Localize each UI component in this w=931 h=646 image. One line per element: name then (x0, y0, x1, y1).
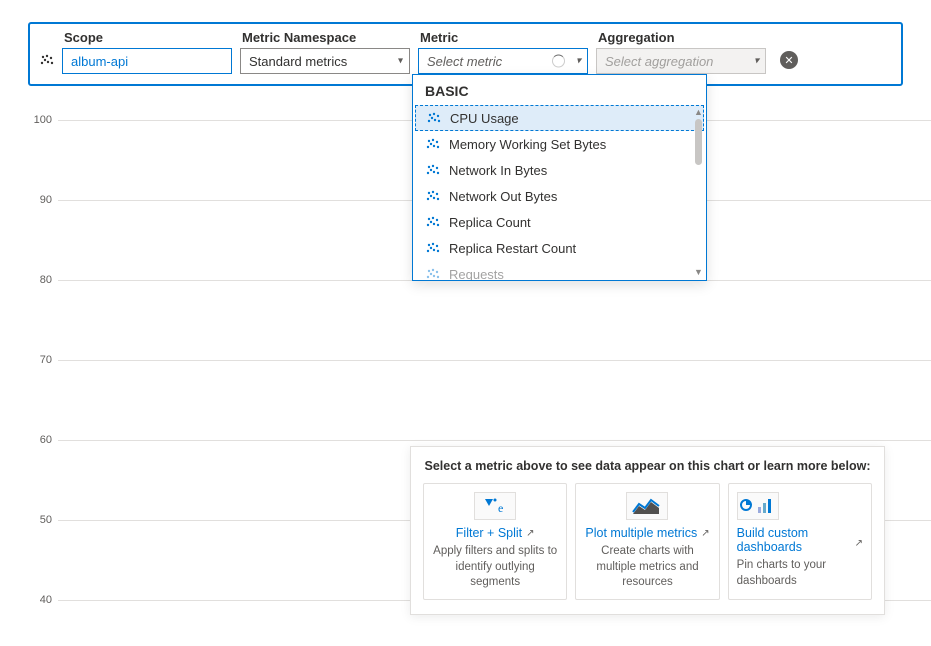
help-tile[interactable]: e Filter + Split ↗ Apply filters and split… (423, 483, 567, 600)
metric-dots-icon (425, 214, 441, 230)
metric-option-label: CPU Usage (450, 111, 519, 126)
tile-link[interactable]: Filter + Split ↗ (456, 526, 535, 540)
namespace-label: Metric Namespace (240, 30, 410, 45)
metric-picker[interactable]: Select metric ▾ (418, 48, 588, 74)
chevron-down-icon: ▾ (754, 56, 759, 67)
aggregation-label: Aggregation (596, 30, 766, 45)
metric-option[interactable]: Network In Bytes (413, 157, 706, 183)
y-tick-label: 50 (28, 514, 52, 526)
metric-option[interactable]: Memory Working Set Bytes (413, 131, 706, 157)
y-tick-label: 70 (28, 354, 52, 366)
namespace-value: Standard metrics (249, 54, 347, 69)
metric-dots-icon (425, 162, 441, 178)
metric-option[interactable]: Replica Restart Count (413, 235, 706, 261)
help-card: Select a metric above to see data appear… (410, 446, 885, 615)
scroll-up-icon[interactable]: ▲ (694, 108, 703, 117)
external-link-icon: ↗ (701, 528, 709, 539)
scope-picker[interactable]: album-api (62, 48, 232, 74)
namespace-field: Metric Namespace Standard metrics ▾ (240, 30, 410, 74)
tile-illustration-icon (737, 492, 779, 520)
metric-dropdown: BASIC CPU Usage Memory Working Set Bytes N… (412, 74, 707, 281)
metric-dots-icon (425, 266, 441, 280)
scroll-down-icon[interactable]: ▼ (694, 268, 703, 277)
metric-option-label: Memory Working Set Bytes (449, 137, 606, 152)
gridline (58, 440, 931, 441)
scope-field: Scope album-api (62, 30, 232, 74)
metric-dots-icon (426, 110, 442, 126)
help-tile[interactable]: Build custom dashboards↗ Pin charts to yo… (728, 483, 872, 600)
metric-placeholder: Select metric (427, 54, 502, 69)
close-icon[interactable]: ✕ (780, 51, 798, 69)
scroll-thumb[interactable] (695, 119, 702, 165)
y-tick-label: 60 (28, 434, 52, 446)
help-card-title: Select a metric above to see data appear… (423, 459, 872, 473)
scrollbar[interactable]: ▲ ▼ (695, 108, 702, 277)
tile-link[interactable]: Plot multiple metrics ↗ (585, 526, 709, 540)
chevron-down-icon: ▾ (398, 56, 403, 67)
aggregation-placeholder: Select aggregation (605, 54, 713, 69)
metric-selector-bar: Scope album-api Metric Namespace Standar… (28, 22, 903, 86)
y-tick-label: 100 (28, 114, 52, 126)
help-tiles-row: e Filter + Split ↗ Apply filters and split… (423, 483, 872, 600)
scope-label: Scope (62, 30, 232, 45)
aggregation-field: Aggregation Select aggregation ▾ (596, 30, 766, 74)
metric-option-label: Requests (449, 267, 504, 281)
metric-option[interactable]: Replica Count (413, 209, 706, 235)
y-tick-label: 40 (28, 594, 52, 606)
tile-link[interactable]: Build custom dashboards (737, 526, 863, 554)
external-link-icon: ↗ (526, 528, 534, 539)
metric-option[interactable]: Requests (413, 261, 706, 280)
tile-link-text: Build custom dashboards (737, 526, 863, 554)
tile-description: Apply filters and splits to identify out… (432, 544, 558, 591)
y-tick-label: 80 (28, 274, 52, 286)
metric-dots-icon (425, 136, 441, 152)
tile-link-text: Plot multiple metrics (585, 526, 697, 540)
metric-option-label: Replica Count (449, 215, 531, 230)
chevron-down-icon: ▾ (576, 56, 581, 67)
metric-label: Metric (418, 30, 588, 45)
metric-option-label: Replica Restart Count (449, 241, 576, 256)
metric-series-icon (38, 53, 56, 67)
metric-field: Metric Select metric ▾ (418, 30, 588, 74)
y-tick-label: 90 (28, 194, 52, 206)
tile-description: Create charts with multiple metrics and … (584, 544, 710, 591)
svg-text:e: e (498, 501, 503, 515)
dropdown-list: CPU Usage Memory Working Set Bytes Network… (413, 105, 706, 280)
loading-spinner-icon (552, 55, 565, 68)
tile-link-text: Filter + Split (456, 526, 522, 540)
metric-option-label: Network Out Bytes (449, 189, 557, 204)
tile-illustration-icon (626, 492, 668, 520)
help-tile[interactable]: Plot multiple metrics ↗ Create charts wit… (575, 483, 719, 600)
tile-illustration-icon: e (474, 492, 516, 520)
metric-option-label: Network In Bytes (449, 163, 547, 178)
metric-option[interactable]: Network Out Bytes (413, 183, 706, 209)
metric-dots-icon (425, 240, 441, 256)
aggregation-picker[interactable]: Select aggregation ▾ (596, 48, 766, 74)
namespace-picker[interactable]: Standard metrics ▾ (240, 48, 410, 74)
metric-option[interactable]: CPU Usage (415, 105, 704, 131)
metric-dots-icon (425, 188, 441, 204)
scope-value: album-api (71, 54, 128, 69)
dropdown-section-header: BASIC (413, 75, 706, 105)
tile-description: Pin charts to your dashboards (737, 558, 863, 589)
gridline (58, 360, 931, 361)
external-link-icon: ↗ (855, 538, 863, 549)
